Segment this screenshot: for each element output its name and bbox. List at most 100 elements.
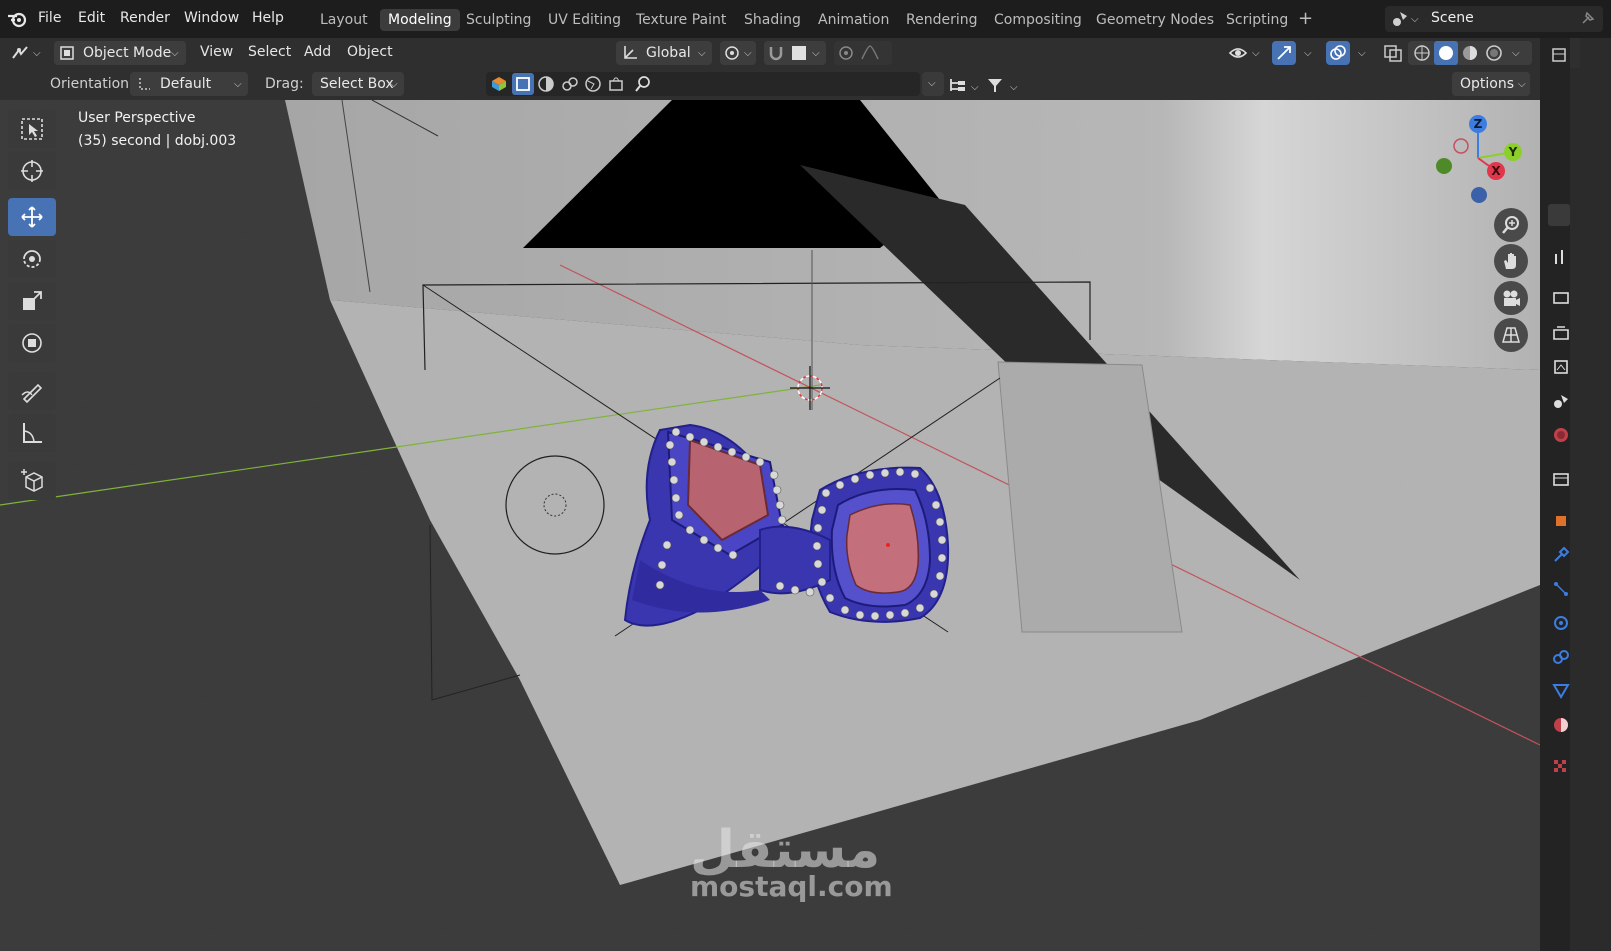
- menu-view[interactable]: View: [200, 44, 233, 60]
- pivot-point-selector[interactable]: ⌵: [720, 41, 756, 65]
- navigation-gizmo[interactable]: Z Y X: [1428, 108, 1528, 208]
- filter-funnel-icon[interactable]: [986, 76, 1004, 94]
- physics-tab-icon[interactable]: [1552, 614, 1570, 632]
- object-tab-icon[interactable]: [1552, 512, 1570, 530]
- xray-icon[interactable]: [1383, 44, 1403, 62]
- rendered-shading-icon[interactable]: [1485, 44, 1503, 62]
- material-preview-icon[interactable]: [1461, 44, 1479, 62]
- tab-geometry-nodes[interactable]: Geometry Nodes: [1096, 12, 1214, 28]
- tab-sculpting[interactable]: Sculpting: [466, 12, 531, 28]
- visibility-selector[interactable]: ⌵: [1226, 41, 1266, 65]
- chevron-down-icon: ⌵: [812, 48, 820, 59]
- menu-file[interactable]: File: [38, 10, 61, 26]
- menu-select[interactable]: Select: [248, 44, 291, 60]
- texture-tab-icon[interactable]: [1552, 758, 1570, 776]
- orientation-selector[interactable]: Default ⌵: [130, 72, 248, 96]
- camera-mode-icon[interactable]: [607, 75, 625, 93]
- tab-uv-editing[interactable]: UV Editing: [548, 12, 621, 28]
- tab-modeling[interactable]: Modeling: [380, 9, 460, 31]
- output-tab-icon[interactable]: [1552, 324, 1570, 342]
- select-box-tool[interactable]: [8, 110, 56, 148]
- chevron-down-icon: ⌵: [971, 82, 979, 93]
- mode-selector[interactable]: Object Mode ⌵: [54, 41, 186, 65]
- move-tool-icon: [21, 206, 43, 228]
- modifier-tab-icon[interactable]: [1552, 546, 1570, 564]
- menu-render[interactable]: Render: [120, 10, 170, 26]
- add-workspace-icon[interactable]: +: [1298, 8, 1313, 29]
- scene-selector[interactable]: ⌵ Scene: [1385, 6, 1603, 32]
- top-bar: File Edit Render Window Help Layout Mode…: [0, 0, 1611, 38]
- cursor-tool[interactable]: [8, 152, 56, 190]
- scene-tab-icon[interactable]: [1552, 392, 1570, 410]
- hierarchy-icon[interactable]: [948, 76, 968, 94]
- options-dropdown[interactable]: Options ⌵: [1452, 72, 1530, 96]
- add-cube-tool[interactable]: [8, 462, 56, 500]
- scale-tool[interactable]: [8, 282, 56, 320]
- select-box-mode-icon[interactable]: [514, 75, 532, 93]
- tab-texture-paint[interactable]: Texture Paint: [636, 12, 726, 28]
- tab-compositing[interactable]: Compositing: [994, 12, 1082, 28]
- camera-view-button[interactable]: [1494, 281, 1528, 315]
- tool-tab-icon[interactable]: [1552, 248, 1570, 266]
- tab-layout[interactable]: Layout: [320, 12, 368, 28]
- snap-toggle[interactable]: ⌵: [764, 41, 826, 65]
- color-cube-icon[interactable]: [490, 75, 508, 93]
- tab-tool-settings[interactable]: [1548, 204, 1570, 226]
- menu-window[interactable]: Window: [184, 10, 239, 26]
- zoom-button[interactable]: [1494, 208, 1528, 242]
- transform-orientation-selector[interactable]: Global ⌵: [616, 41, 712, 65]
- sphere-mode-icon[interactable]: [537, 75, 555, 93]
- zoom-icon: [1502, 216, 1519, 234]
- object-mode-icon: [60, 46, 74, 60]
- render-tab-icon[interactable]: [1552, 288, 1570, 306]
- collection-tab-icon[interactable]: [1552, 470, 1570, 488]
- menu-help[interactable]: Help: [252, 10, 284, 26]
- material-tab-icon[interactable]: [1552, 716, 1570, 734]
- world-tab-icon[interactable]: [1552, 426, 1570, 444]
- drag-selector[interactable]: Select Box ⌵: [312, 72, 404, 96]
- transform-tool[interactable]: [8, 324, 56, 362]
- tab-rendering[interactable]: Rendering: [906, 12, 978, 28]
- rotate-tool[interactable]: [8, 240, 56, 278]
- 3d-viewport[interactable]: User Perspective (35) second | dobj.003: [0, 100, 1540, 951]
- perspective-toggle-button[interactable]: [1494, 318, 1528, 352]
- annotate-tool[interactable]: [8, 372, 56, 410]
- chevron-down-icon: ⌵: [234, 79, 242, 90]
- chevron-down-icon: ⌵: [390, 79, 398, 90]
- editor-type-icon[interactable]: [1550, 46, 1568, 64]
- pan-button[interactable]: [1494, 244, 1528, 278]
- scene-icon: [1393, 12, 1407, 26]
- scene-name: Scene: [1431, 10, 1474, 26]
- particles-tab-icon[interactable]: [1552, 580, 1570, 598]
- constraints-tab-icon[interactable]: [1552, 648, 1570, 666]
- chevron-down-icon: ⌵: [1252, 48, 1260, 59]
- transform-tool-icon: [22, 333, 42, 353]
- menu-object[interactable]: Object: [347, 44, 393, 60]
- outliner-filter-bar: [486, 72, 920, 96]
- lights-mode-icon[interactable]: [561, 75, 579, 93]
- world-mode-icon[interactable]: [584, 75, 602, 93]
- tab-animation[interactable]: Animation: [818, 12, 889, 28]
- shading-mode-group: ⌵: [1408, 41, 1532, 65]
- view-layer-tab-icon[interactable]: [1552, 358, 1570, 376]
- object-data-tab-icon[interactable]: [1552, 682, 1570, 700]
- orientation-axes-icon: [624, 46, 637, 59]
- filter-expand-button[interactable]: ⌵: [922, 72, 944, 96]
- solid-shading-icon[interactable]: [1437, 44, 1455, 62]
- blender-logo-icon[interactable]: [6, 9, 28, 29]
- wireframe-shading-icon[interactable]: [1413, 44, 1431, 62]
- measure-tool[interactable]: [8, 414, 56, 452]
- gizmo-toggle[interactable]: ⌵: [1272, 41, 1318, 65]
- move-tool[interactable]: [8, 198, 56, 236]
- menu-edit[interactable]: Edit: [78, 10, 105, 26]
- overlays-toggle[interactable]: ⌵: [1326, 41, 1372, 65]
- pin-icon[interactable]: [1579, 11, 1595, 27]
- tab-shading[interactable]: Shading: [744, 12, 801, 28]
- proportional-editing[interactable]: [834, 41, 892, 65]
- editor-type-selector[interactable]: ⌵: [6, 41, 46, 65]
- search-icon[interactable]: [634, 75, 652, 93]
- tab-scripting[interactable]: Scripting: [1226, 12, 1288, 28]
- proportional-edit-icon: [839, 46, 853, 60]
- mode-label: Object Mode: [83, 45, 172, 61]
- menu-add[interactable]: Add: [304, 44, 331, 60]
